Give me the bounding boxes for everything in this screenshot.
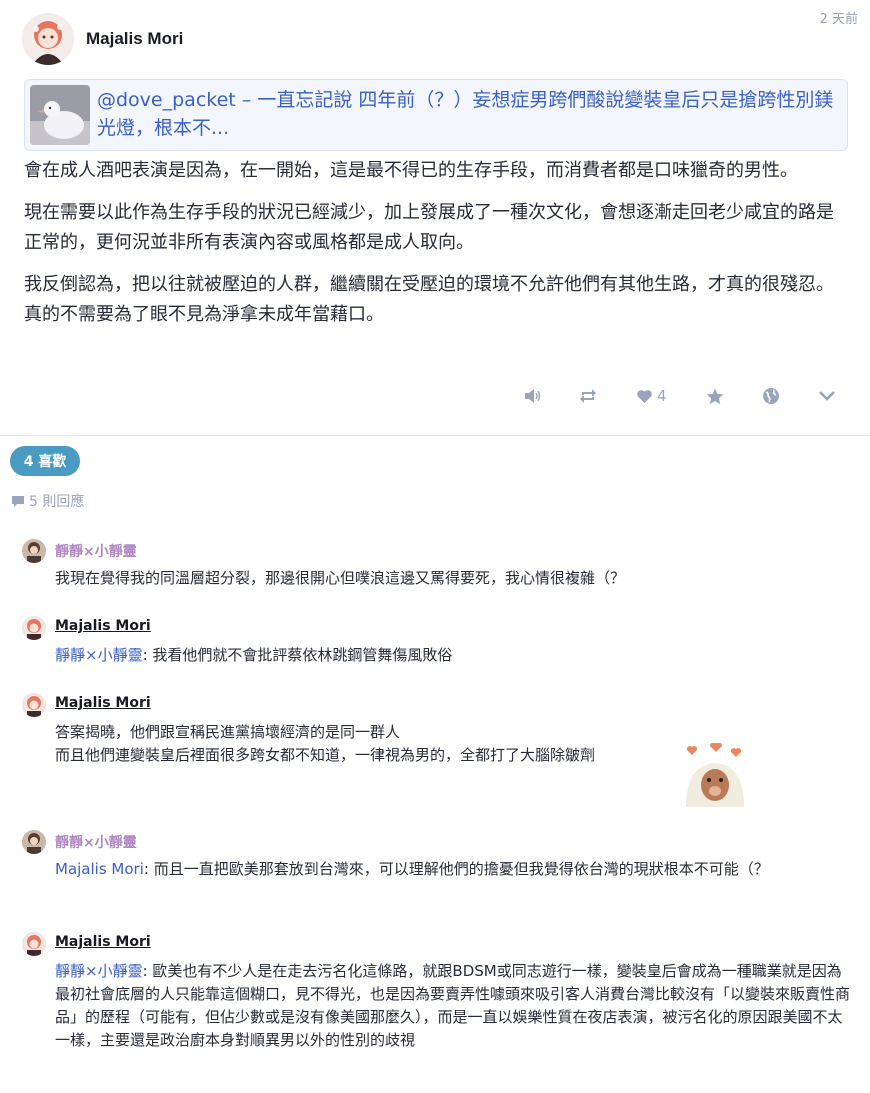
commenter-name[interactable]: Majalis Mori [55, 695, 151, 711]
author-avatar[interactable] [22, 13, 74, 65]
star-icon[interactable] [706, 384, 724, 408]
speaker-icon[interactable] [524, 384, 542, 408]
comment-text: Majalis Mori: 而且一直把歐美那套放到台灣來，可以理解他們的擔憂但我… [55, 858, 850, 881]
comment-line: : 我看他們就不會批評蔡依林跳鋼管舞傷風敗俗 [142, 646, 453, 664]
mention-link[interactable]: 靜靜×小靜靈 [55, 962, 143, 980]
comment-line: : 歐美也有不少人是在走去污名化這條路，就跟BDSM或同志遊行一樣，變裝皇后會成… [55, 962, 851, 1049]
action-bar: 4 [0, 384, 870, 408]
commenter-avatar[interactable] [22, 616, 46, 640]
mention-link[interactable]: Majalis Mori [55, 860, 144, 878]
author-name[interactable]: Majalis Mori [86, 29, 183, 49]
status-post: Majalis Mori 2 天前 @dove_packet – 一直忘記說 四… [0, 0, 870, 436]
comment-item: Majalis Mori 靜靜×小靜靈: 我看他們就不會批評蔡依林跳鋼管舞傷風敗… [22, 616, 852, 676]
commenter-name[interactable]: Majalis Mori [55, 934, 151, 950]
comment-text: 靜靜×小靜靈: 我看他們就不會批評蔡依林跳鋼管舞傷風敗俗 [55, 644, 850, 667]
comment-line: : 而且一直把歐美那套放到台灣來，可以理解他們的擔憂但我覺得依台灣的現狀根本不可… [143, 860, 769, 878]
chevron-down-icon[interactable] [818, 384, 836, 408]
commenter-avatar[interactable] [22, 693, 46, 717]
reply-count[interactable]: 5 則回應 [11, 491, 84, 511]
comment-line: 我現在覺得我的同溫層超分裂，那邊很開心但噗浪這邊又罵得要死，我心情很複雜（？ [55, 569, 626, 587]
post-paragraph: 現在需要以此作為生存手段的狀況已經減少，加上發展成了一種次文化，會想逐漸走回老少… [24, 202, 834, 253]
like-count: 4 [657, 387, 667, 405]
commenter-name[interactable]: 靜靜×小靜靈 [55, 541, 137, 561]
comment-item: 靜靜×小靜靈 我現在覺得我的同溫層超分裂，那邊很開心但噗浪這邊又罵得要死，我心情… [22, 539, 852, 599]
comment-icon [12, 495, 24, 507]
like-button[interactable]: 4 [636, 384, 667, 408]
commenter-avatar[interactable] [22, 830, 46, 854]
comment-text: 靜靜×小靜靈: 歐美也有不少人是在走去污名化這條路，就跟BDSM或同志遊行一樣，… [55, 960, 850, 1052]
comment-line: 答案揭曉，他們跟宣稱民進黨搞壞經濟的是同一群人 [55, 723, 401, 741]
quote-text: @dove_packet – 一直忘記說 四年前（？）妄想症男跨們酸說變裝皇后只… [97, 89, 834, 139]
comment-item: Majalis Mori 答案揭曉，他們跟宣稱民進黨搞壞經濟的是同一群人 而且他… [22, 693, 852, 811]
commenter-name[interactable]: Majalis Mori [55, 618, 151, 634]
commenter-name[interactable]: 靜靜×小靜靈 [55, 832, 137, 852]
reply-count-label: 5 則回應 [29, 494, 85, 510]
heart-icon [637, 389, 652, 403]
post-content: 會在成人酒吧表演是因為，在一開始，這是最不得已的生存手段，而消費者都是口味獵奇的… [24, 156, 850, 342]
commenter-avatar[interactable] [22, 539, 46, 563]
sticker-emoji [682, 742, 748, 807]
mention-link[interactable]: 靜靜×小靜靈 [55, 646, 143, 664]
comment-item: Majalis Mori 靜靜×小靜靈: 歐美也有不少人是在走去污名化這條路，就… [22, 932, 852, 1082]
quote-thumbnail [30, 85, 90, 145]
post-timestamp[interactable]: 2 天前 [820, 8, 858, 27]
comment-item: 靜靜×小靜靈 Majalis Mori: 而且一直把歐美那套放到台灣來，可以理解… [22, 830, 852, 910]
comment-text: 我現在覺得我的同溫層超分裂，那邊很開心但噗浪這邊又罵得要死，我心情很複雜（？ [55, 567, 850, 590]
likes-badge[interactable]: 4 喜歡 [10, 446, 80, 476]
post-paragraph: 會在成人酒吧表演是因為，在一開始，這是最不得已的生存手段，而消費者都是口味獵奇的… [24, 160, 798, 181]
commenter-avatar[interactable] [22, 932, 46, 956]
post-paragraph: 我反倒認為，把以往就被壓迫的人群，繼續關在受壓迫的環境不允許他們有其他生路，才真… [24, 274, 834, 325]
boost-icon[interactable] [579, 384, 597, 408]
globe-icon[interactable] [762, 384, 780, 408]
quote-preview[interactable]: @dove_packet – 一直忘記說 四年前（？）妄想症男跨們酸說變裝皇后只… [24, 79, 848, 151]
